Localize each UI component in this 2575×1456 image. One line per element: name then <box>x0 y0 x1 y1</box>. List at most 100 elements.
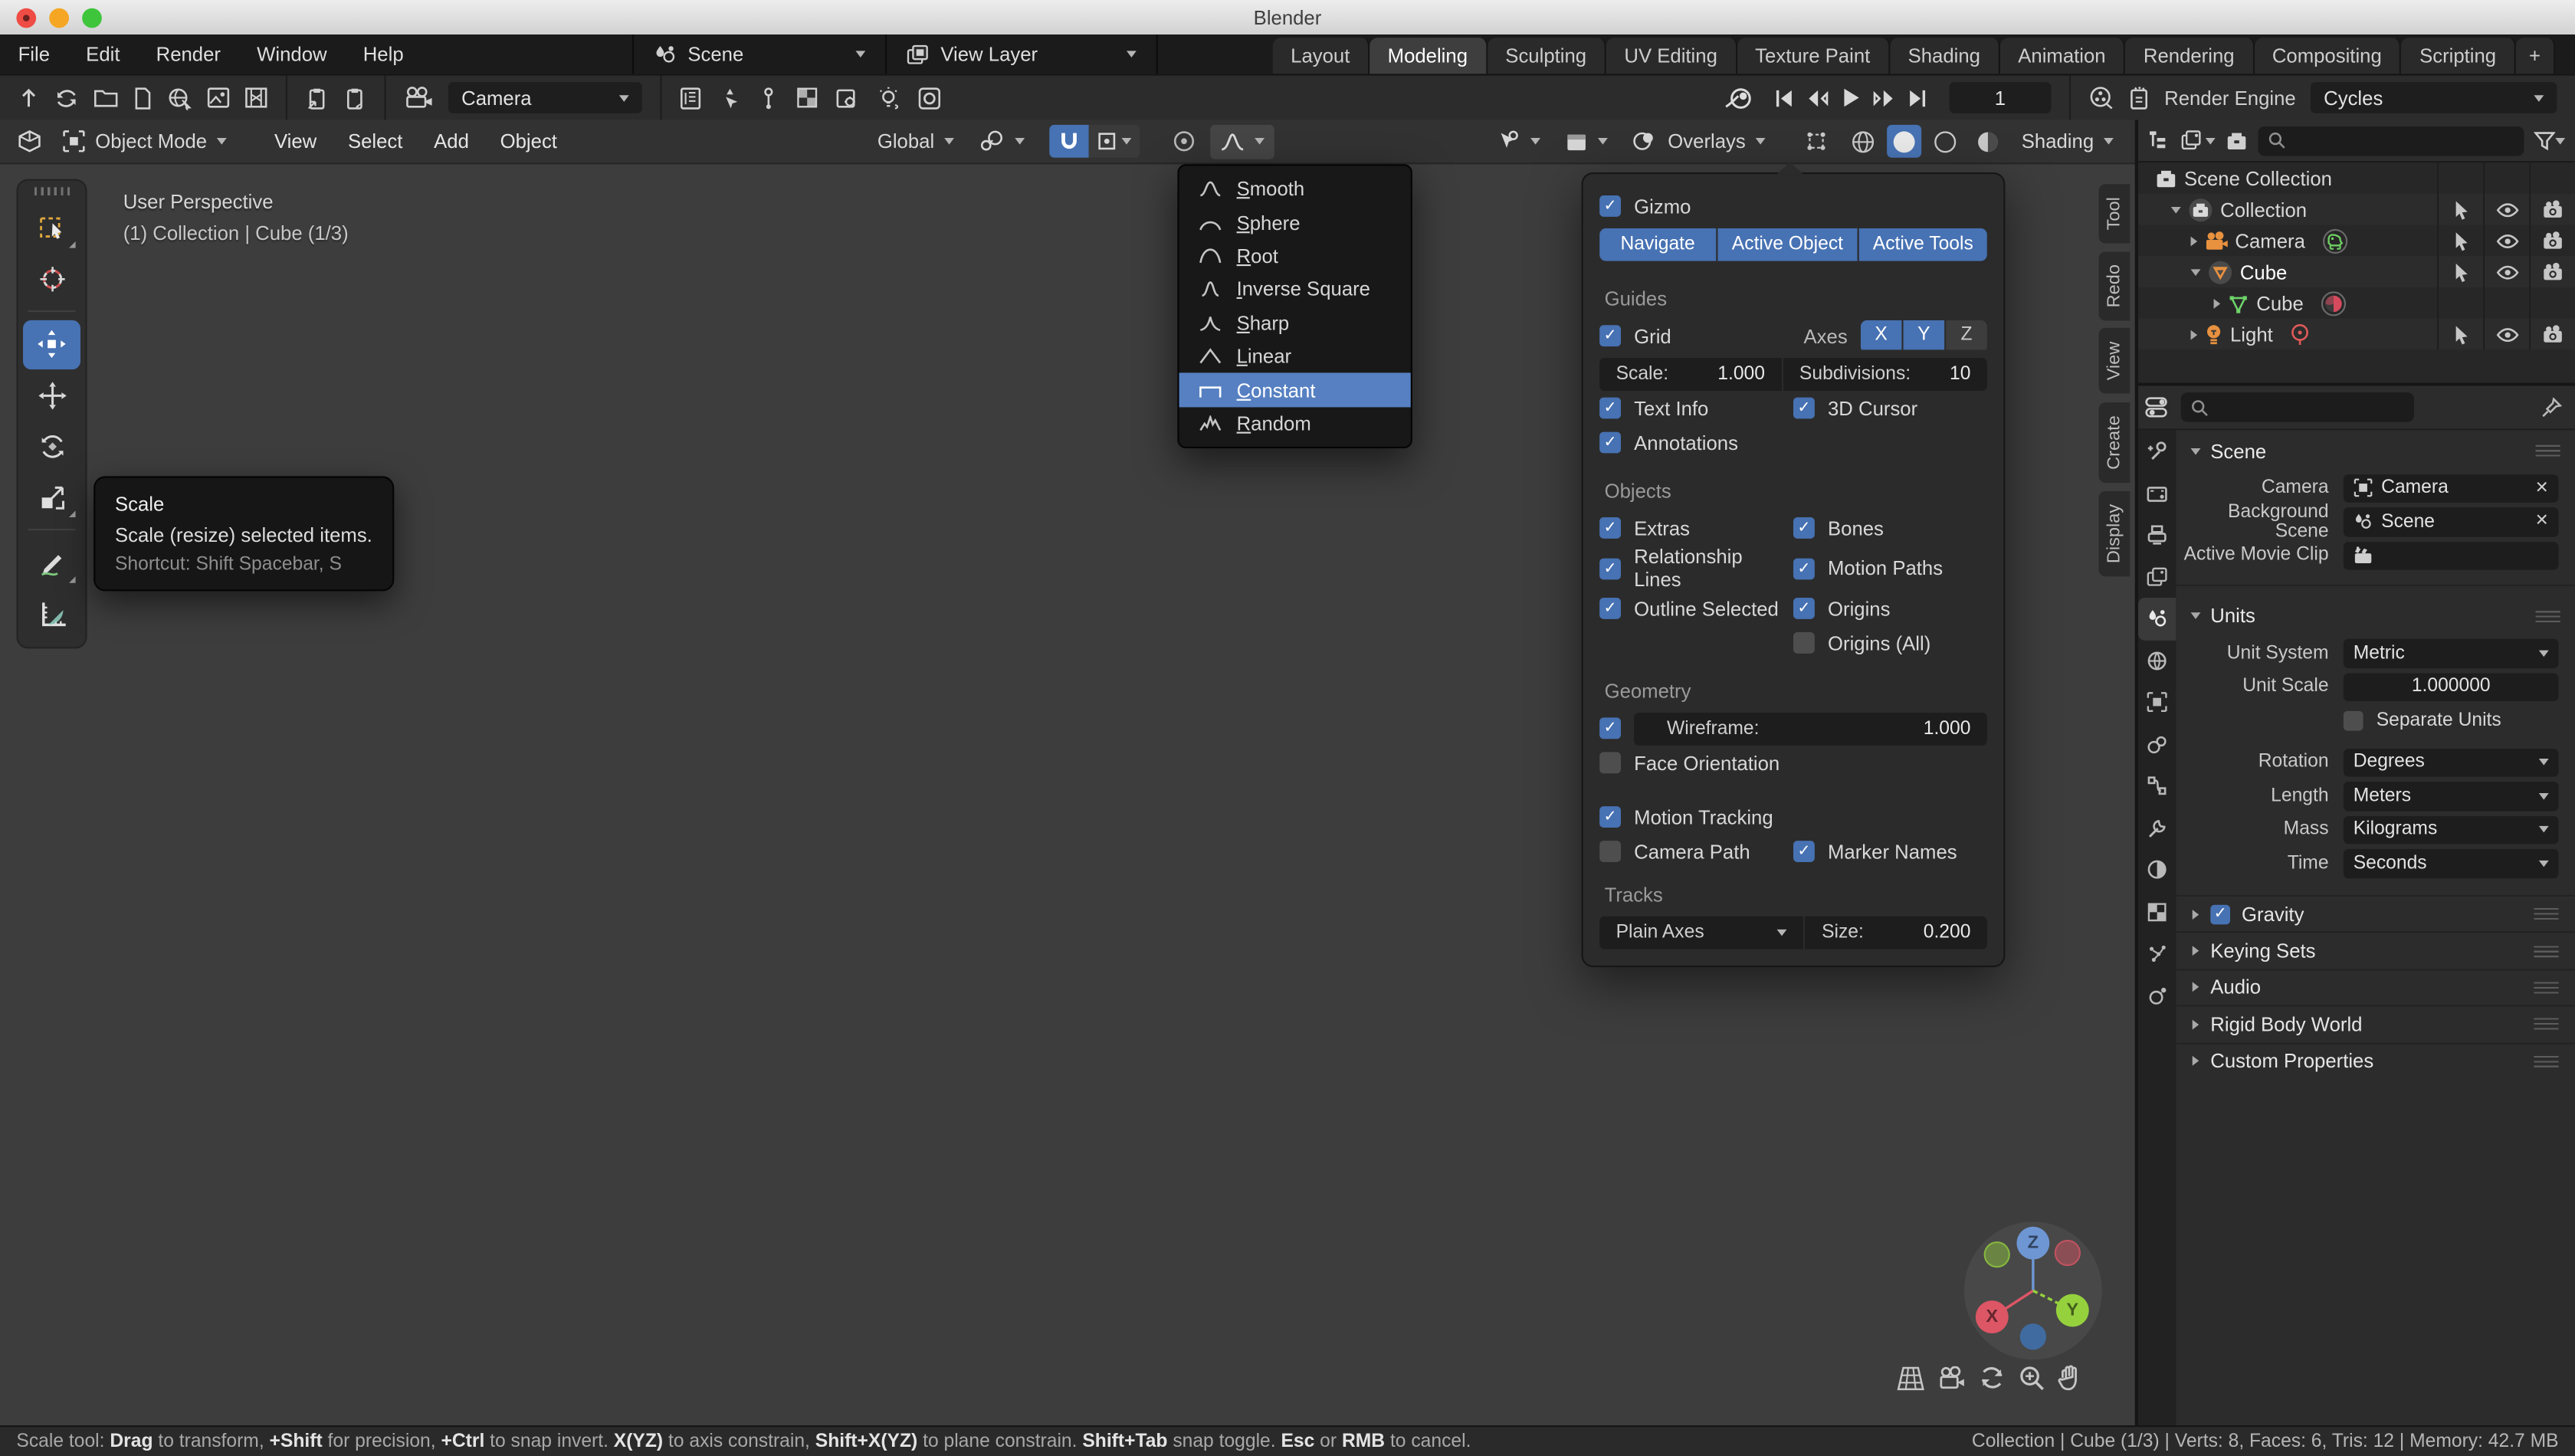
panel-drag-handle[interactable] <box>2534 982 2559 994</box>
units-panel-header[interactable]: Units <box>2176 595 2575 637</box>
checkerboard-icon[interactable] <box>796 87 818 109</box>
frame-number-field[interactable]: 1 <box>1949 82 2052 113</box>
falloff-item-smooth[interactable]: Smooth <box>1179 172 1411 206</box>
pin-id-icon[interactable] <box>2541 396 2562 418</box>
tab-rendering[interactable]: Rendering <box>2125 38 2255 74</box>
outliner-row-camera[interactable]: Camera <box>2138 225 2575 257</box>
add-workspace-button[interactable]: + <box>2515 38 2556 74</box>
shading-wireframe-button[interactable] <box>1844 125 1881 158</box>
editor-type-icon[interactable] <box>11 129 48 153</box>
video-icon[interactable] <box>244 87 267 109</box>
scene-tab-icon[interactable] <box>2138 598 2176 640</box>
clear-icon[interactable]: ✕ <box>2535 479 2549 497</box>
sidebar-tab-display[interactable]: Display <box>2098 491 2131 577</box>
face-orientation-checkbox[interactable] <box>1599 752 1621 774</box>
tracks-size-field[interactable]: Size: 0.200 <box>1805 915 1987 949</box>
viewport-menu-object[interactable]: Object <box>487 130 570 152</box>
proportional-editing-toggle[interactable] <box>1163 124 1205 159</box>
axis-y-button[interactable]: Y <box>1903 319 1945 349</box>
tab-sculpting[interactable]: Sculpting <box>1487 38 1606 74</box>
sync-icon[interactable] <box>54 87 79 110</box>
scene-selector[interactable]: Scene <box>631 34 887 74</box>
scene-panel-header[interactable]: Scene <box>2176 430 2575 471</box>
hide-eye-icon[interactable] <box>2495 264 2518 280</box>
filter-funnel-icon[interactable] <box>2534 130 2566 150</box>
properties-search-input[interactable] <box>2180 392 2414 422</box>
menu-file[interactable]: File <box>0 34 68 74</box>
rotate-tool[interactable] <box>23 421 80 471</box>
hide-eye-icon[interactable] <box>2495 202 2518 218</box>
falloff-item-linear[interactable]: Linear <box>1179 339 1411 373</box>
modifiers-tab-icon[interactable] <box>2138 807 2176 849</box>
viewport-menu-select[interactable]: Select <box>335 130 416 152</box>
viewport-menu-view[interactable]: View <box>261 130 330 152</box>
navigation-gizmo[interactable]: Z X Y <box>1963 1222 2102 1360</box>
select-pointer-icon[interactable] <box>2452 199 2468 219</box>
editor-split-vertical[interactable] <box>2134 120 2138 1425</box>
gizmo-z-axis[interactable]: Z <box>2016 1226 2050 1260</box>
motion-paths-checkbox[interactable] <box>1793 557 1815 579</box>
pin-icon[interactable] <box>759 87 779 110</box>
world-tab-icon[interactable] <box>2138 640 2176 682</box>
unit-scale-field[interactable]: 1.000000 <box>2343 672 2559 701</box>
grid-scale-field[interactable]: Scale: 1.000 <box>1599 357 1782 390</box>
disable-render-camera-icon[interactable] <box>2542 231 2564 250</box>
keying-sets-panel-header[interactable]: Keying Sets <box>2176 931 2575 969</box>
transform-pivot-selector[interactable] <box>969 124 1035 159</box>
next-keyframe-icon[interactable] <box>1872 88 1895 108</box>
outliner-editor-icon[interactable] <box>2148 130 2171 151</box>
expand-arrow-icon[interactable] <box>2190 235 2198 246</box>
gizmo-x-axis[interactable]: X <box>1975 1300 2009 1333</box>
tab-uv-editing[interactable]: UV Editing <box>1606 38 1737 74</box>
falloff-item-root[interactable]: Root <box>1179 239 1411 273</box>
outline-selected-checkbox[interactable] <box>1599 598 1621 619</box>
particles-tab-icon[interactable] <box>2138 933 2176 975</box>
gravity-checkbox[interactable] <box>2210 904 2230 924</box>
navigate-button[interactable]: Navigate <box>1599 227 1717 261</box>
tracks-display-selector[interactable]: Plain Axes <box>1599 915 1804 949</box>
cursor-pick-icon[interactable] <box>720 87 741 110</box>
shading-solid-button[interactable] <box>1887 124 1922 158</box>
background-scene-field[interactable]: Scene ✕ <box>2343 507 2559 536</box>
select-pointer-icon[interactable] <box>2452 324 2468 344</box>
tab-modeling[interactable]: Modeling <box>1370 38 1488 74</box>
shading-rendered-button[interactable] <box>1969 125 2006 158</box>
render-tab-icon[interactable] <box>2138 472 2176 514</box>
close-button[interactable] <box>16 7 37 28</box>
falloff-item-random[interactable]: Random <box>1179 407 1411 441</box>
gizmo-neg-z-axis[interactable] <box>2019 1323 2046 1350</box>
paste-clipboard-icon[interactable] <box>343 87 366 110</box>
annotations-checkbox[interactable] <box>1599 431 1621 454</box>
active-object-button[interactable]: Active Object <box>1717 227 1858 261</box>
axis-x-button[interactable]: X <box>1860 319 1902 349</box>
expand-arrow-icon[interactable] <box>2213 297 2221 308</box>
tab-shading[interactable]: Shading <box>1889 38 2000 74</box>
cursor-3d-checkbox[interactable] <box>1793 397 1815 419</box>
custom-properties-panel-header[interactable]: Custom Properties <box>2176 1041 2575 1079</box>
text-info-checkbox[interactable] <box>1599 397 1621 419</box>
camera-path-checkbox[interactable] <box>1599 841 1621 862</box>
cursor-tool[interactable] <box>23 254 80 303</box>
panel-icon[interactable] <box>680 87 701 110</box>
publish-icon[interactable] <box>18 87 40 110</box>
shading-dropdown[interactable]: Shading <box>2012 124 2124 159</box>
camera-selector[interactable]: Camera <box>448 82 642 113</box>
length-selector[interactable]: Meters <box>2343 781 2559 811</box>
play-icon[interactable] <box>1841 87 1861 109</box>
display-mode-selector[interactable] <box>2181 130 2216 151</box>
origins-all-checkbox[interactable] <box>1793 632 1815 654</box>
tab-compositing[interactable]: Compositing <box>2254 38 2402 74</box>
measure-tool[interactable] <box>23 589 80 638</box>
snap-target-selector[interactable] <box>1088 124 1140 158</box>
transform-orientation-selector[interactable]: Global <box>868 124 964 159</box>
outliner-row-cube-data[interactable]: Cube <box>2138 287 2575 319</box>
tab-layout[interactable]: Layout <box>1272 38 1370 74</box>
material-tab-icon[interactable] <box>2138 849 2176 891</box>
tool-tab-icon[interactable] <box>2138 430 2176 472</box>
falloff-item-sharp[interactable]: Sharp <box>1179 307 1411 340</box>
grid-subdivisions-field[interactable]: Subdivisions: 10 <box>1783 357 1987 390</box>
menu-window[interactable]: Window <box>239 34 346 74</box>
menu-help[interactable]: Help <box>345 34 422 74</box>
previous-keyframe-icon[interactable] <box>1806 88 1829 108</box>
jump-to-end-icon[interactable] <box>1907 88 1928 108</box>
